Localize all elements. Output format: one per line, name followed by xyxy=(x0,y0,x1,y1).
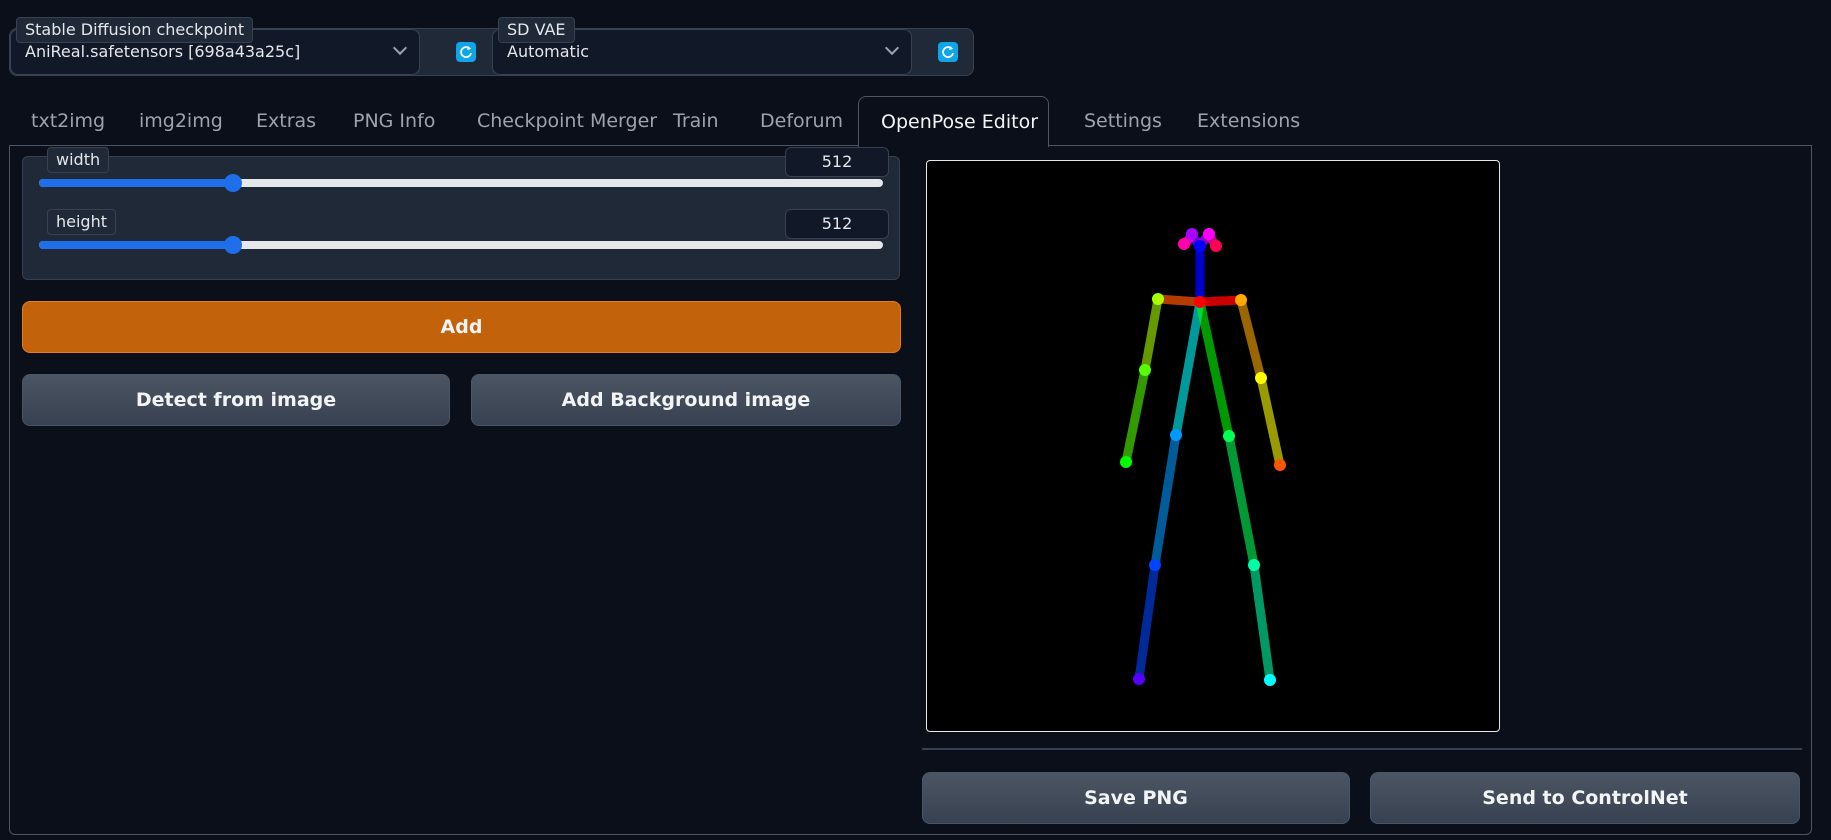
height-slider-thumb[interactable] xyxy=(224,236,243,254)
right-wrist-keypoint[interactable] xyxy=(1120,456,1132,468)
model-settings-bar: AniReal.safetensors [698a43a25c] Stable … xyxy=(9,17,974,76)
checkpoint-label: Stable Diffusion checkpoint xyxy=(16,17,254,43)
neck-keypoint[interactable] xyxy=(1194,296,1206,308)
right-ankle-keypoint[interactable] xyxy=(1133,673,1145,685)
width-slider-thumb[interactable] xyxy=(224,174,243,192)
left-hip-bone xyxy=(1195,297,1234,441)
tab-extras[interactable]: Extras xyxy=(234,96,338,146)
left-knee-keypoint[interactable] xyxy=(1248,559,1260,571)
left-elbow-keypoint[interactable] xyxy=(1255,372,1267,384)
right-shin-bone xyxy=(1134,560,1160,684)
tab-img2img[interactable]: img2img xyxy=(117,96,245,146)
left-upper-arm-bone xyxy=(1236,295,1266,383)
pose-skeleton[interactable] xyxy=(927,161,1499,731)
width-number-input[interactable]: 512 xyxy=(785,147,889,177)
checkpoint-selector-group: AniReal.safetensors [698a43a25c] Stable … xyxy=(10,17,420,75)
right-shoulder-bone xyxy=(1153,294,1205,307)
chevron-down-icon xyxy=(884,40,900,56)
add-button[interactable]: Add xyxy=(22,301,901,353)
right-upper-arm-bone xyxy=(1140,294,1163,375)
right-hip-bone xyxy=(1171,297,1205,440)
checkpoint-value: AniReal.safetensors [698a43a25c] xyxy=(25,42,301,61)
right-ear-keypoint[interactable] xyxy=(1178,238,1190,250)
refresh-checkpoint-button[interactable] xyxy=(456,42,476,62)
refresh-icon xyxy=(460,46,472,58)
left-shin-bone xyxy=(1249,560,1275,685)
right-elbow-keypoint[interactable] xyxy=(1139,364,1151,376)
width-slider-fill xyxy=(39,179,234,187)
tab-train[interactable]: Train xyxy=(651,96,741,146)
detect-from-image-button[interactable]: Detect from image xyxy=(22,374,450,426)
height-slider[interactable] xyxy=(39,236,883,254)
left-shoulder-keypoint[interactable] xyxy=(1235,294,1247,306)
nose-keypoint[interactable] xyxy=(1194,240,1206,252)
left-ear-keypoint[interactable] xyxy=(1210,240,1222,252)
tab-deforum[interactable]: Deforum xyxy=(738,96,865,146)
canvas-size-sliders: width 512 height 512 xyxy=(22,147,900,280)
height-label: height xyxy=(47,209,116,235)
tab-openpose-editor[interactable]: OpenPose Editor xyxy=(858,96,1049,147)
tab-txt2img[interactable]: txt2img xyxy=(9,96,127,146)
right-knee-keypoint[interactable] xyxy=(1149,559,1161,571)
openpose-editor-panel: width 512 height 512 Add Detect from ima… xyxy=(9,145,1812,835)
width-slider[interactable] xyxy=(39,174,883,192)
left-shoulder-bone xyxy=(1195,295,1246,307)
add-background-image-button[interactable]: Add Background image xyxy=(471,374,901,426)
tab-extensions[interactable]: Extensions xyxy=(1175,96,1322,146)
tab-png-info[interactable]: PNG Info xyxy=(331,96,457,146)
left-hip-keypoint[interactable] xyxy=(1223,430,1235,442)
chevron-down-icon xyxy=(392,40,408,56)
height-slider-fill xyxy=(39,241,234,249)
vae-selector-group: Automatic SD VAE xyxy=(492,17,912,75)
left-ankle-keypoint[interactable] xyxy=(1264,674,1276,686)
refresh-vae-button[interactable] xyxy=(938,42,958,62)
right-eye-keypoint[interactable] xyxy=(1186,228,1198,240)
tab-settings[interactable]: Settings xyxy=(1062,96,1184,146)
send-to-controlnet-button[interactable]: Send to ControlNet xyxy=(1370,772,1800,824)
left-wrist-keypoint[interactable] xyxy=(1274,459,1286,471)
vae-label: SD VAE xyxy=(498,17,575,43)
vae-value: Automatic xyxy=(507,42,590,61)
save-png-button[interactable]: Save PNG xyxy=(922,772,1350,824)
width-label: width xyxy=(47,147,110,173)
divider xyxy=(922,748,1802,750)
right-forearm-bone xyxy=(1121,365,1150,467)
height-number-input[interactable]: 512 xyxy=(785,209,889,239)
main-tabs: txt2img img2img Extras PNG Info Checkpoi… xyxy=(9,96,1821,147)
left-thigh-bone xyxy=(1224,431,1259,570)
right-shoulder-keypoint[interactable] xyxy=(1152,293,1164,305)
pose-canvas[interactable] xyxy=(926,160,1500,732)
refresh-icon xyxy=(942,46,954,58)
tab-checkpoint-merger[interactable]: Checkpoint Merger xyxy=(455,96,679,146)
left-eye-keypoint[interactable] xyxy=(1203,228,1215,240)
right-hip-keypoint[interactable] xyxy=(1170,429,1182,441)
left-forearm-bone xyxy=(1256,373,1285,470)
right-thigh-bone xyxy=(1150,430,1181,570)
